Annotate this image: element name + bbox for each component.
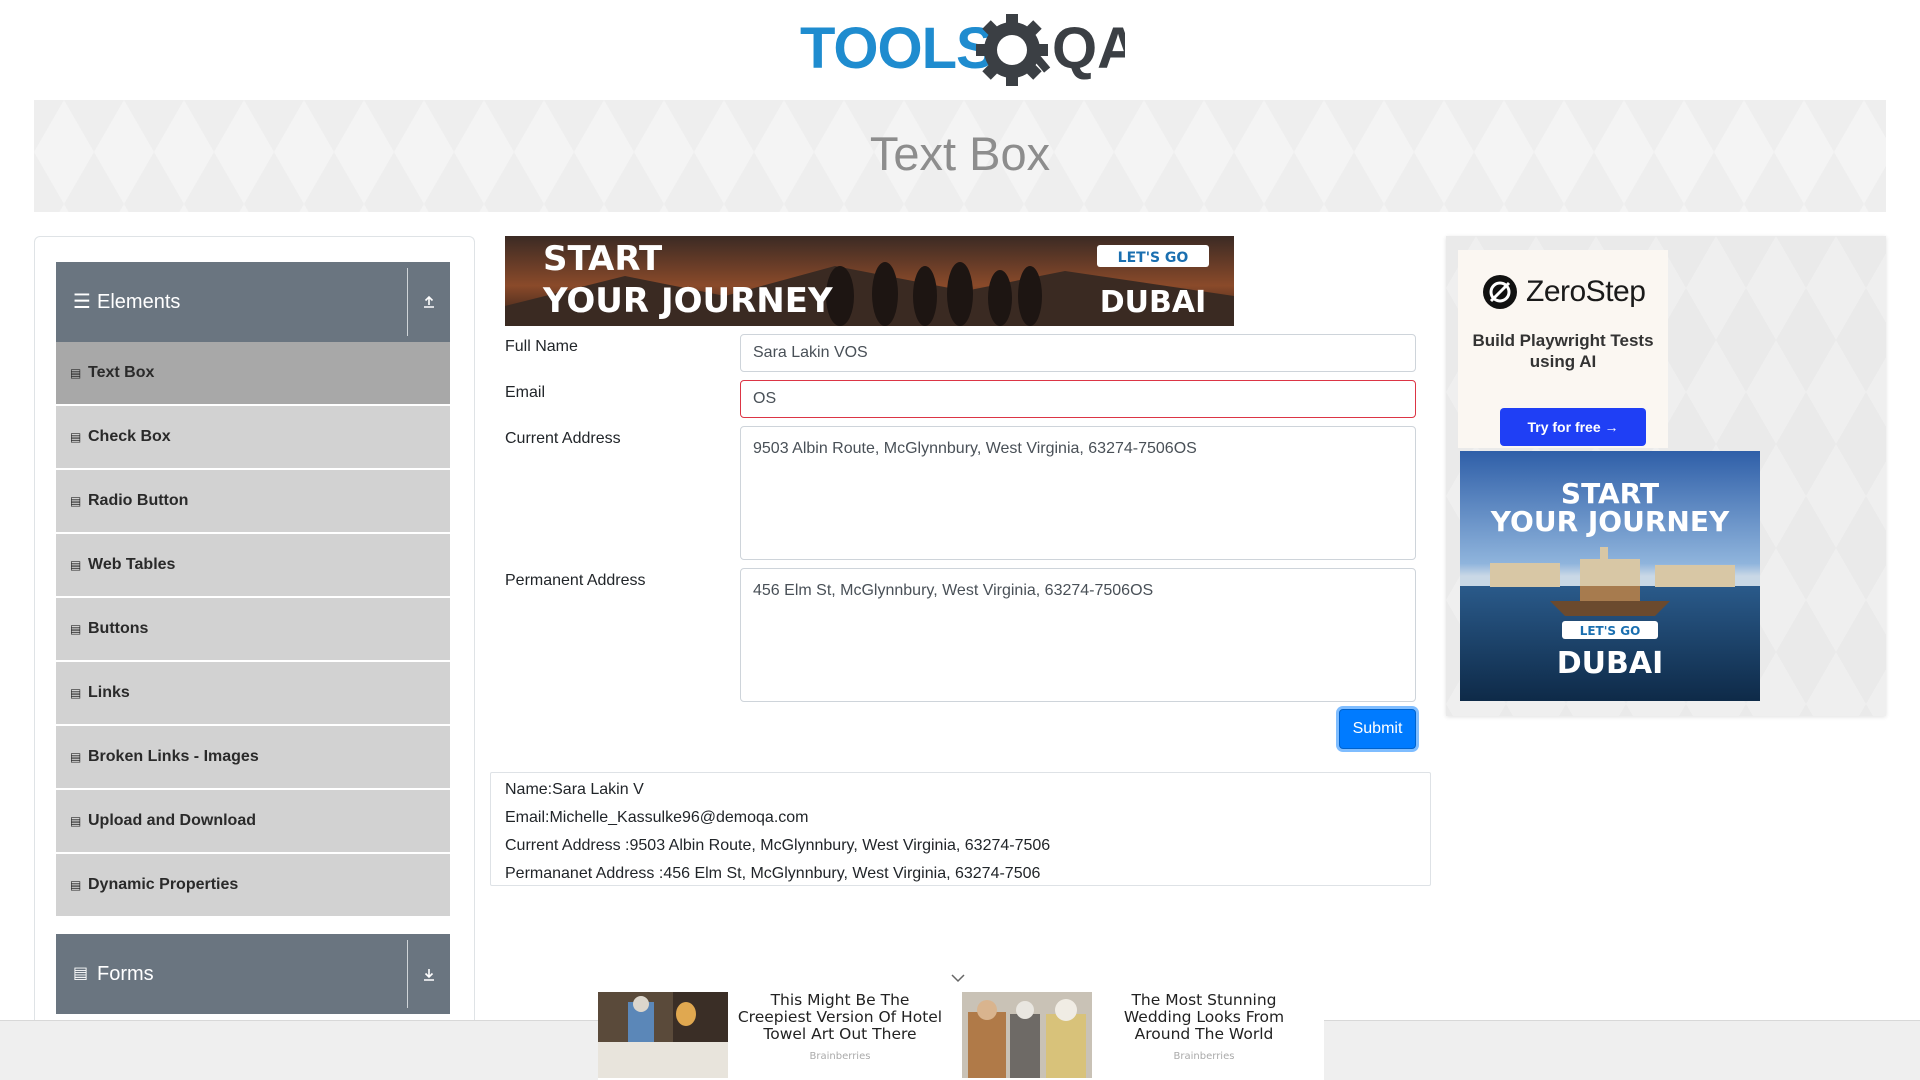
hamburger-icon: ☰ (73, 291, 91, 313)
document-icon: ▤ (70, 366, 82, 380)
elements-group-label: Elements (97, 290, 181, 313)
sidebar-item-buttons[interactable]: ▤ Buttons (56, 598, 450, 660)
logo-text-qa: QA (1052, 16, 1125, 81)
chevron-down-icon[interactable] (950, 970, 966, 986)
sidebar-item-upload-download[interactable]: ▤ Upload and Download (56, 790, 450, 852)
sidebar-item-broken-links[interactable]: ▤ Broken Links - Images (56, 726, 450, 788)
ad-brand: DUBAI (1100, 285, 1207, 320)
native-ad-source: Brainberries (1173, 1051, 1235, 1062)
sidebar-item-web-tables[interactable]: ▤ Web Tables (56, 534, 450, 596)
elements-group-header[interactable]: ☰ Elements (56, 262, 450, 342)
document-icon: ▤ (70, 494, 82, 508)
forms-group-header[interactable]: ▤ Forms (56, 934, 450, 1014)
document-icon: ▤ (70, 430, 82, 444)
try-for-free-button[interactable]: Try for free → (1500, 408, 1646, 446)
native-ad-title: The Most Stunning Wedding Looks From Aro… (1123, 991, 1285, 1043)
native-ad-thumbnail[interactable] (598, 992, 728, 1078)
email-label: Email (505, 384, 546, 401)
dubai-ad-line2: YOUR JOURNEY (1490, 505, 1730, 538)
toolsqa-logo[interactable]: TOOLS QA (800, 14, 1139, 90)
collapse-up-icon[interactable] (408, 262, 450, 342)
native-ad-2[interactable]: The Most Stunning Wedding Looks From Aro… (1096, 991, 1312, 1063)
document-icon: ▤ (70, 750, 82, 764)
output-name: Name:Sara Lakin V (505, 781, 644, 798)
submit-button[interactable]: Submit (1339, 709, 1416, 749)
dubai-ad-brand: DUBAI (1557, 646, 1664, 681)
sidebar-item-label: Links (88, 684, 130, 701)
native-ad-strip: This Might Be The Creepiest Version Of H… (598, 990, 1324, 1080)
sidebar-item-label: Check Box (88, 428, 171, 445)
zerostep-logo: ZeroStep (1482, 274, 1646, 310)
document-icon: ▤ (70, 878, 82, 892)
sidebar-item-label: Web Tables (88, 556, 176, 573)
current-address-textarea[interactable]: 9503 Albin Route, McGlynnbury, West Virg… (740, 426, 1416, 560)
sidebar: ☰ Elements ▤ Text Box ▤ Check Box ▤ Radi… (34, 236, 475, 1080)
gear-icon (976, 14, 1051, 86)
native-ad-source: Brainberries (809, 1051, 871, 1062)
logo-text-tools: TOOLS (800, 16, 994, 81)
output-permanent-address: Permananet Address :456 Elm St, McGlynnb… (505, 865, 1041, 882)
sidebar-item-radio-button[interactable]: ▤ Radio Button (56, 470, 450, 532)
full-name-label: Full Name (505, 338, 578, 355)
header: TOOLS QA (0, 0, 1920, 100)
sidebar-item-label: Upload and Download (88, 812, 256, 829)
right-ad-panel: ZeroStep Build Playwright Tests using AI… (1446, 236, 1886, 716)
page-title: Text Box (869, 127, 1051, 180)
output-panel: Name:Sara Lakin V Email:Michelle_Kassulk… (490, 772, 1431, 886)
document-icon: ▤ (70, 814, 82, 828)
document-icon: ▤ (70, 686, 82, 700)
zerostep-icon (1483, 275, 1517, 309)
top-ad-banner[interactable]: START YOUR JOURNEY LET'S GO DUBAI (505, 236, 1234, 326)
sidebar-item-dynamic-properties[interactable]: ▤ Dynamic Properties (56, 854, 450, 916)
native-ad-1[interactable]: This Might Be The Creepiest Version Of H… (732, 991, 948, 1063)
sidebar-item-links[interactable]: ▤ Links (56, 662, 450, 724)
sidebar-item-text-box[interactable]: ▤ Text Box (56, 342, 450, 404)
document-icon: ▤ (70, 622, 82, 636)
page-banner: Text Box (34, 100, 1886, 212)
dubai-ad[interactable]: START YOUR JOURNEY LET'S GO DUBAI (1460, 451, 1760, 701)
permanent-address-textarea[interactable]: 456 Elm St, McGlynnbury, West Virginia, … (740, 568, 1416, 702)
sidebar-item-check-box[interactable]: ▤ Check Box (56, 406, 450, 468)
sidebar-item-label: Dynamic Properties (88, 876, 239, 893)
sidebar-item-label: Radio Button (88, 492, 189, 509)
native-ad-title: This Might Be The Creepiest Version Of H… (737, 991, 943, 1043)
full-name-input[interactable] (740, 334, 1416, 372)
expand-down-icon[interactable] (408, 934, 450, 1014)
document-icon: ▤ (73, 965, 89, 982)
sidebar-item-label: Buttons (88, 620, 149, 637)
email-input[interactable] (740, 380, 1416, 418)
ad-headline-line2: YOUR JOURNEY (542, 281, 833, 321)
zerostep-ad[interactable]: ZeroStep Build Playwright Tests using AI… (1458, 250, 1668, 448)
permanent-address-label: Permanent Address (505, 572, 646, 589)
sidebar-item-label: Text Box (88, 364, 155, 381)
forms-group-label: Forms (97, 962, 154, 985)
output-current-address: Current Address :9503 Albin Route, McGly… (505, 837, 1051, 854)
elements-menu: ▤ Text Box ▤ Check Box ▤ Radio Button ▤ … (56, 342, 450, 918)
document-icon: ▤ (70, 558, 82, 572)
output-email: Email:Michelle_Kassulke96@demoqa.com (505, 809, 809, 826)
ad-cta: LET'S GO (1118, 250, 1189, 266)
native-ad-thumbnail[interactable] (962, 992, 1092, 1078)
sidebar-item-label: Broken Links - Images (88, 748, 259, 765)
ad-headline-line1: START (543, 239, 663, 279)
zerostep-brand: ZeroStep (1526, 275, 1646, 308)
current-address-label: Current Address (505, 430, 621, 447)
dubai-ad-cta: LET'S GO (1580, 624, 1641, 638)
zerostep-tagline: Build Playwright Tests using AI (1472, 331, 1654, 371)
